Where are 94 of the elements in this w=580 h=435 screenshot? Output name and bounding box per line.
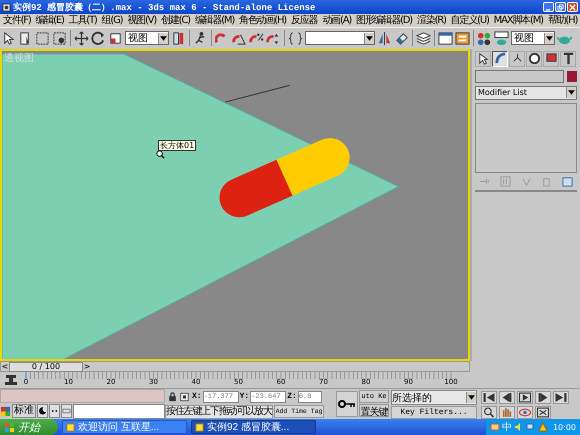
colorful-logo-icon[interactable] xyxy=(0,406,11,416)
zoom-cursor-icon xyxy=(156,150,165,159)
key-icon xyxy=(338,399,356,409)
input-mode-label[interactable]: 标准 xyxy=(12,404,36,418)
object-tooltip: 长方体01 xyxy=(158,140,196,151)
coordinate-system-dropdown[interactable]: 视图 xyxy=(125,31,169,46)
window-icon xyxy=(66,422,75,432)
menu-item[interactable]: 视图(V) xyxy=(125,14,160,27)
mirror-icon[interactable] xyxy=(377,30,392,46)
object-color-swatch[interactable] xyxy=(567,70,577,82)
time-slider-track[interactable]: < 0 / 100 > xyxy=(0,361,470,372)
selection-region-icon[interactable] xyxy=(35,30,50,46)
menu-item[interactable]: 自定义(U) xyxy=(448,14,492,27)
schematic-icon[interactable] xyxy=(455,30,470,46)
restore-icon xyxy=(557,4,564,10)
minimize-button[interactable] xyxy=(543,2,554,12)
object-name-field[interactable] xyxy=(475,70,564,83)
pointer-icon xyxy=(476,52,490,66)
y-label: Y: xyxy=(240,392,250,401)
previous-frame-icon[interactable] xyxy=(499,391,515,404)
modifier-list-dropdown[interactable]: Modifier List xyxy=(475,86,577,100)
close-icon xyxy=(569,4,576,10)
input-field[interactable] xyxy=(73,404,165,418)
close-button[interactable] xyxy=(567,2,578,12)
panel-tab[interactable] xyxy=(560,50,576,67)
configure-sets-icon[interactable] xyxy=(562,176,573,187)
go-to-end-icon[interactable] xyxy=(553,391,569,404)
next-frame-icon[interactable] xyxy=(535,391,551,404)
panel-tab[interactable] xyxy=(543,50,559,67)
wheel-icon xyxy=(528,52,540,66)
key-mode-dropdown[interactable]: 所选择的 xyxy=(391,390,477,405)
render-type-dropdown[interactable]: 视图 xyxy=(511,31,555,46)
window-crossing-icon[interactable] xyxy=(52,30,67,46)
panel-tab[interactable] xyxy=(526,50,542,67)
named-selection-dropdown[interactable] xyxy=(305,31,375,46)
play-icon[interactable] xyxy=(517,391,533,404)
windows-logo-icon xyxy=(4,422,15,432)
lock-icon[interactable] xyxy=(168,392,177,402)
move-icon[interactable] xyxy=(74,30,89,46)
warning-icon[interactable] xyxy=(538,422,548,432)
panel-tab[interactable] xyxy=(509,50,525,67)
maximize-viewport-icon[interactable] xyxy=(535,406,551,419)
panel-tab[interactable] xyxy=(475,50,491,67)
menu-item[interactable]: 组(G) xyxy=(100,14,126,27)
perspective-viewport[interactable]: 透视图 长方体01 xyxy=(0,48,470,362)
key-filters-button[interactable]: Key Filters... xyxy=(391,406,477,419)
dropdown-arrow-icon xyxy=(466,392,476,403)
x-label: X: xyxy=(192,392,202,401)
previous-frame-button[interactable]: < xyxy=(1,362,9,372)
window-title: 实例92 感冒胶囊（二）.max - 3ds max 6 - Stand-alone License xyxy=(13,1,316,14)
menu-item[interactable]: 帮助(H) xyxy=(546,14,580,27)
clock: 10:00 xyxy=(552,422,576,432)
material-spheres-icon[interactable] xyxy=(477,30,492,46)
menu-item[interactable]: 动画(A) xyxy=(320,14,354,27)
curve-editor-icon[interactable] xyxy=(438,30,453,46)
window-icon xyxy=(195,422,204,432)
moon-icon[interactable] xyxy=(37,404,48,418)
next-frame-button[interactable]: > xyxy=(83,362,91,372)
orbit-icon[interactable] xyxy=(517,406,533,419)
menu-item[interactable]: MAX脚本(M) xyxy=(492,14,546,27)
menu-item[interactable]: 渲染(R) xyxy=(414,14,449,27)
menu-item[interactable]: 编辑器(M) xyxy=(192,14,238,27)
set-key-button[interactable] xyxy=(336,391,358,417)
absolute-mode-icon[interactable] xyxy=(180,392,189,402)
maxscript-listener-field[interactable] xyxy=(0,389,165,403)
start-button[interactable]: 开始 xyxy=(0,419,58,435)
zoom-icon[interactable] xyxy=(481,406,497,419)
scale-icon[interactable] xyxy=(108,30,123,46)
taskbar-button[interactable]: 欢迎访问 互联星... xyxy=(62,420,187,434)
set-key-mode-button[interactable]: 置关键 xyxy=(359,404,389,417)
panel-tab[interactable] xyxy=(492,50,508,67)
hammer-icon xyxy=(562,52,574,66)
rotate-icon[interactable] xyxy=(91,30,106,46)
menu-item[interactable]: 角色动画(H) xyxy=(237,14,289,27)
app-icon xyxy=(2,2,11,12)
bend-icon xyxy=(494,52,506,66)
z-label: Z: xyxy=(287,392,297,401)
menu-item[interactable]: 文件(F) xyxy=(1,14,34,27)
time-slider-thumb[interactable]: 0 / 100 xyxy=(9,362,83,372)
dots-icon[interactable] xyxy=(49,404,60,418)
menu-item[interactable]: 创建(C) xyxy=(159,14,193,27)
menu-item[interactable]: 图形编辑器(D) xyxy=(354,14,415,27)
menu-item[interactable]: 编辑(E) xyxy=(34,14,67,27)
go-to-start-icon[interactable] xyxy=(481,391,497,404)
taskbar-button[interactable]: 实例92 感冒胶囊... xyxy=(191,420,316,434)
track-bar-icon[interactable] xyxy=(4,374,18,386)
restore-button[interactable] xyxy=(555,2,566,12)
prompt-text: 按住左键上下拖动可以放大 xyxy=(165,404,273,418)
network-icon[interactable] xyxy=(526,422,536,432)
current-frame-marker xyxy=(25,372,27,378)
menu-item[interactable]: 反应器 xyxy=(289,14,320,27)
braces-icon[interactable] xyxy=(288,30,303,46)
menu-item[interactable]: 工具(T) xyxy=(66,14,100,27)
layers-icon[interactable] xyxy=(416,30,431,46)
